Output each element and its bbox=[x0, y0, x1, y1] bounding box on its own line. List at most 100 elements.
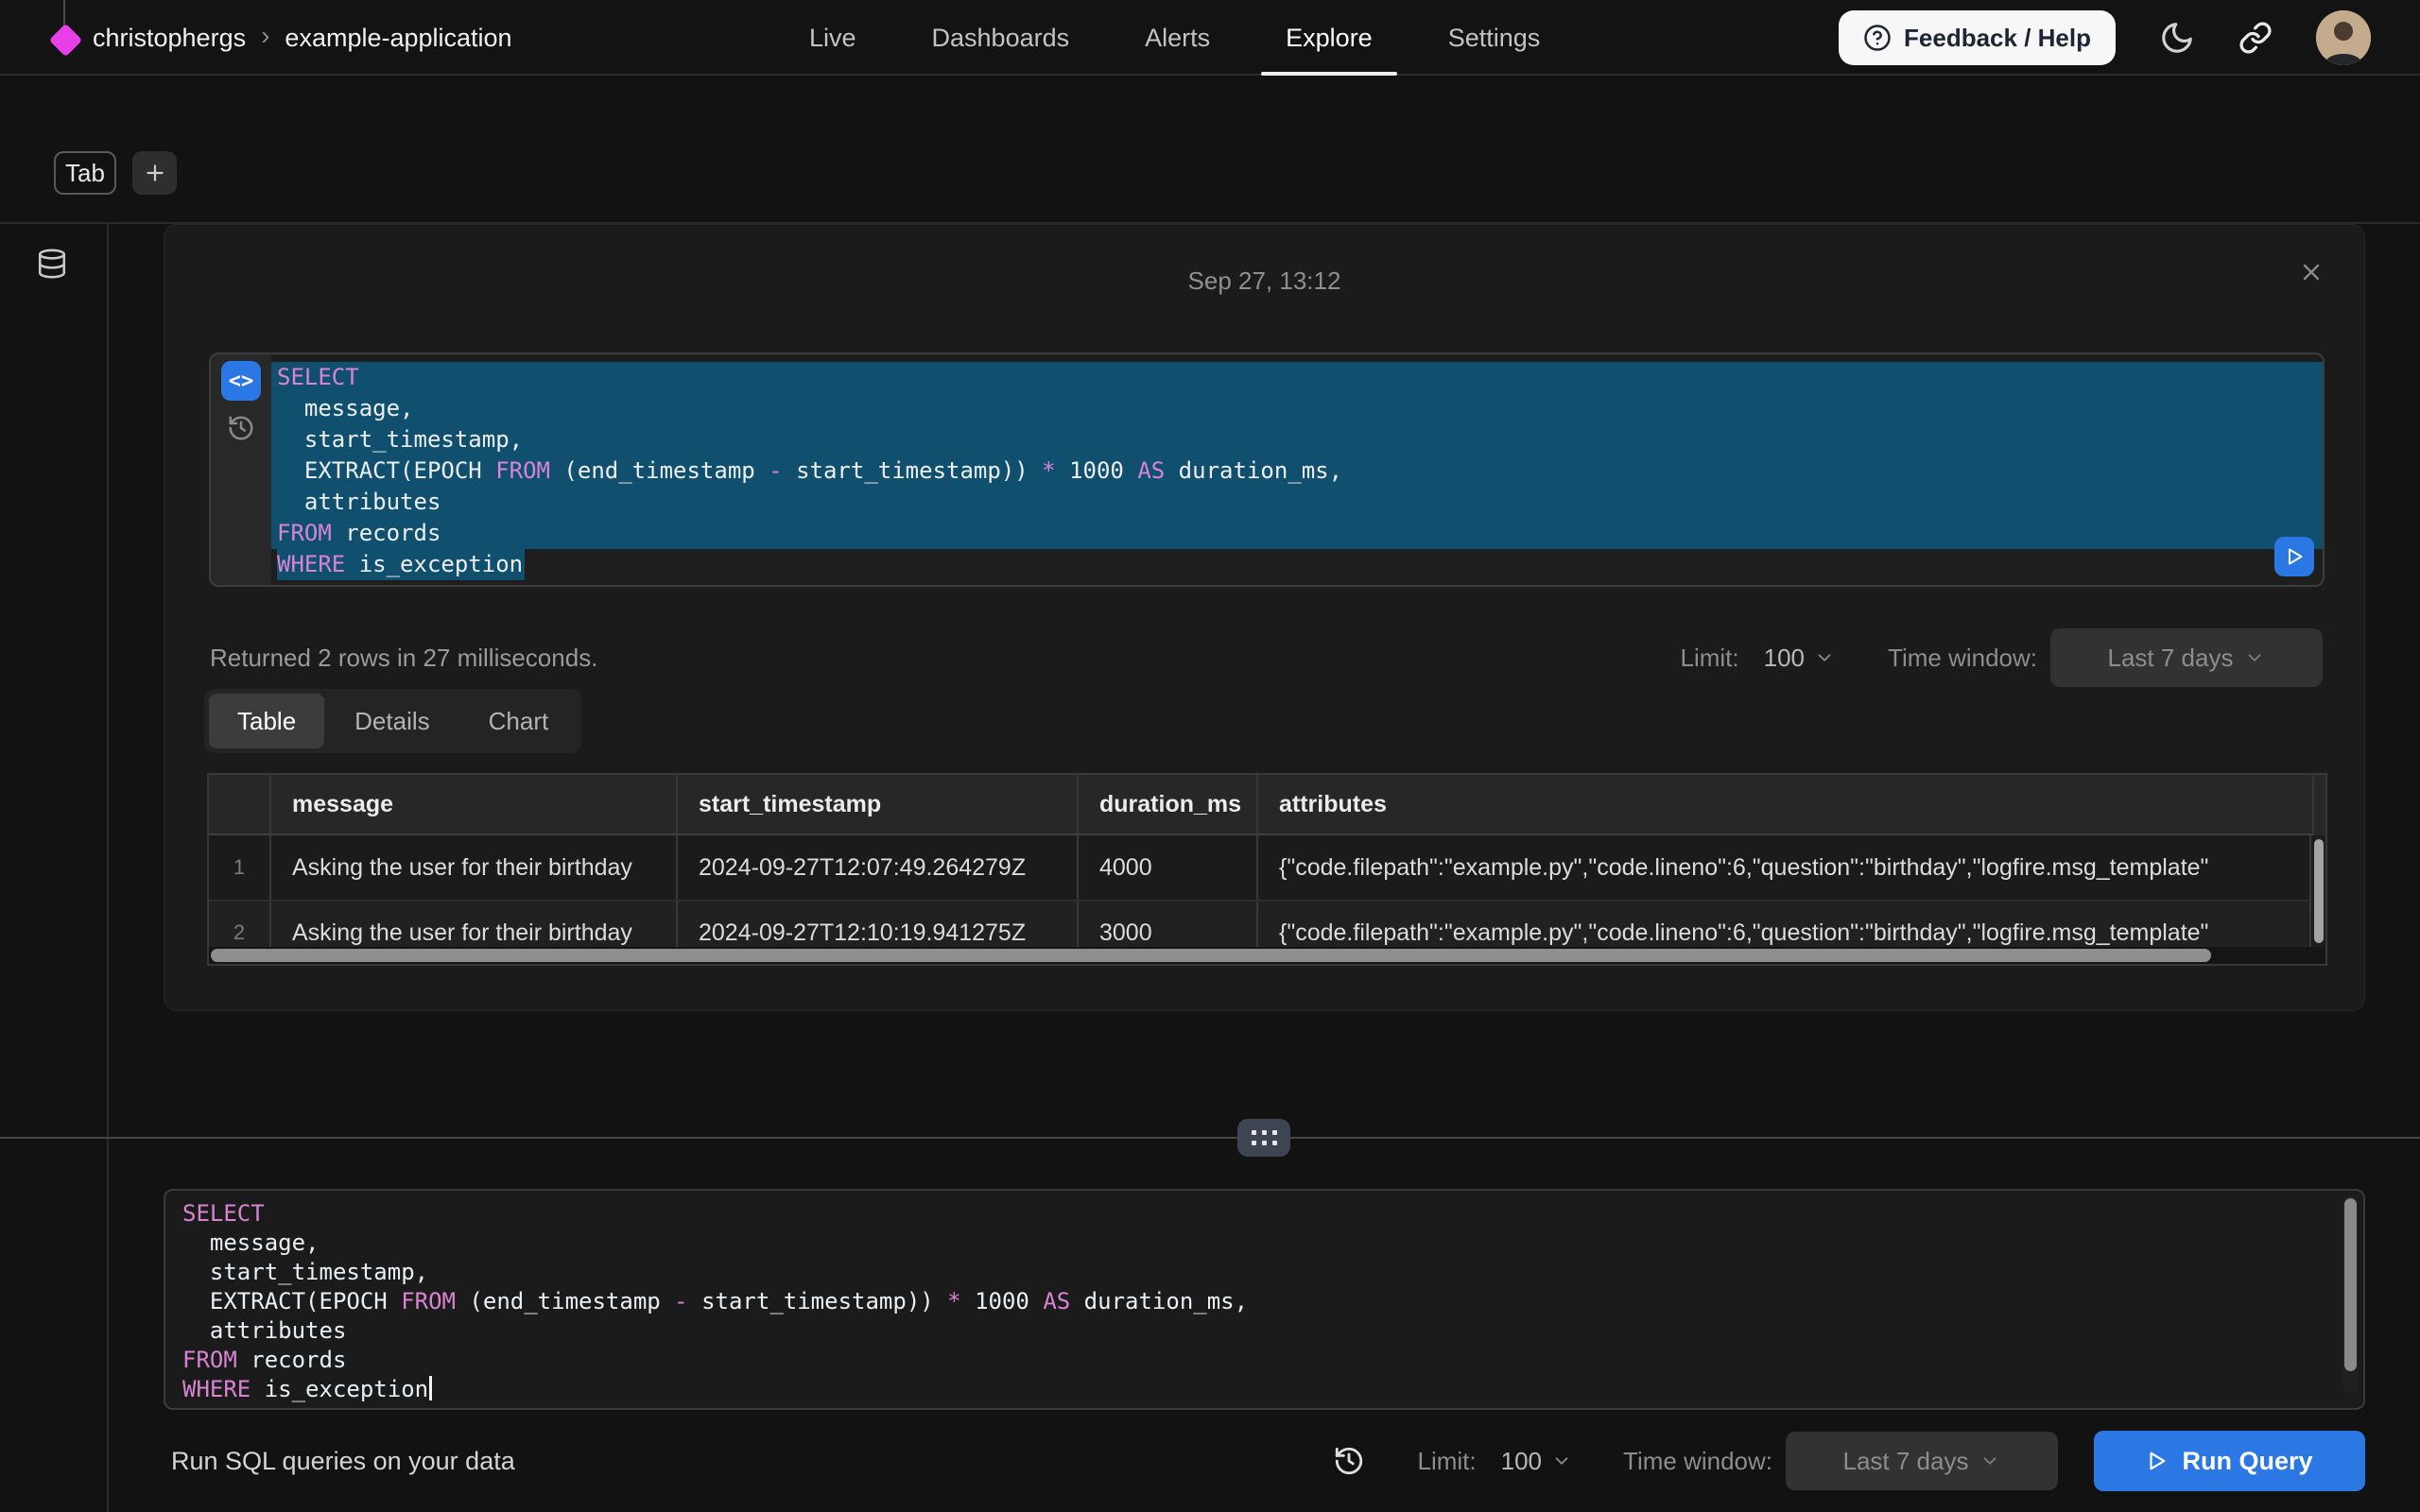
tab-strip: Tab bbox=[0, 151, 2420, 197]
scrollbar-thumb[interactable] bbox=[211, 949, 2211, 962]
limit-dropdown[interactable]: 100 bbox=[1764, 644, 1835, 673]
table-row[interactable]: 1Asking the user for their birthday2024-… bbox=[209, 835, 2325, 900]
sql-line: SELECT bbox=[182, 1199, 2363, 1228]
splitter-drag-handle-icon[interactable] bbox=[1237, 1119, 1290, 1157]
table-horizontal-scrollbar[interactable] bbox=[209, 947, 2325, 964]
run-query-label: Run Query bbox=[2182, 1447, 2312, 1476]
text-caret bbox=[429, 1376, 432, 1400]
view-tab-table[interactable]: Table bbox=[209, 694, 324, 748]
results-table: messagestart_timestampduration_msattribu… bbox=[207, 773, 2327, 966]
user-avatar[interactable] bbox=[2316, 10, 2371, 65]
limit-value: 100 bbox=[1501, 1447, 1542, 1476]
close-icon[interactable] bbox=[2298, 259, 2325, 285]
result-view-tabs: TableDetailsChart bbox=[204, 689, 581, 753]
scrollbar-thumb[interactable] bbox=[2314, 839, 2324, 943]
feedback-help-button[interactable]: Feedback / Help bbox=[1839, 10, 2116, 65]
sql-line: FROM records bbox=[182, 1346, 2363, 1375]
query-history-icon[interactable] bbox=[1333, 1445, 1365, 1477]
chevron-down-icon bbox=[1814, 647, 1835, 668]
sql-line: WHERE is_exception bbox=[182, 1375, 2363, 1404]
results-table-grid: messagestart_timestampduration_msattribu… bbox=[209, 775, 2325, 964]
sql-line: start_timestamp, bbox=[271, 424, 2323, 455]
breadcrumb-org[interactable]: christophergs bbox=[93, 24, 246, 53]
time-window-dropdown[interactable]: Last 7 days bbox=[2050, 628, 2323, 687]
main-nav: Live Dashboards Alerts Explore Settings bbox=[809, 0, 1540, 76]
breadcrumb-project[interactable]: example-application bbox=[285, 24, 511, 53]
pane-splitter[interactable] bbox=[0, 1137, 2420, 1139]
share-link-icon[interactable] bbox=[2238, 21, 2273, 55]
sql-editor-code[interactable]: SELECT message, start_timestamp, EXTRACT… bbox=[182, 1199, 2363, 1404]
table-header-row: messagestart_timestampduration_msattribu… bbox=[209, 775, 2325, 835]
nav-right: Feedback / Help bbox=[1839, 0, 2371, 76]
sql-line: EXTRACT(EPOCH FROM (end_timestamp - star… bbox=[182, 1287, 2363, 1316]
help-icon bbox=[1863, 24, 1892, 52]
result-controls: Limit: 100 Time window: Last 7 days bbox=[1681, 628, 2323, 687]
result-meta-text: Returned 2 rows in 27 milliseconds. bbox=[210, 644, 597, 673]
column-header-duration_ms[interactable]: duration_ms bbox=[1079, 775, 1258, 835]
sql-line: EXTRACT(EPOCH FROM (end_timestamp - star… bbox=[271, 455, 2323, 487]
logo-tail bbox=[63, 0, 65, 26]
chevron-down-icon bbox=[1979, 1451, 2000, 1471]
column-header-message[interactable]: message bbox=[271, 775, 678, 835]
run-query-button[interactable]: Run Query bbox=[2094, 1431, 2365, 1491]
run-bar-hint: Run SQL queries on your data bbox=[171, 1447, 515, 1476]
database-schema-icon[interactable] bbox=[36, 248, 68, 280]
sql-editor[interactable]: SELECT message, start_timestamp, EXTRACT… bbox=[164, 1189, 2365, 1410]
query-result-card: Sep 27, 13:12 <> SELECT message, start_t… bbox=[164, 224, 2365, 1011]
query-timestamp: Sep 27, 13:12 bbox=[164, 266, 2364, 296]
result-meta-row: Returned 2 rows in 27 milliseconds. Limi… bbox=[210, 628, 2323, 687]
sql-line: attributes bbox=[271, 487, 2323, 518]
theme-toggle-moon-icon[interactable] bbox=[2159, 20, 2195, 56]
sql-line: start_timestamp, bbox=[182, 1258, 2363, 1287]
column-header-start_timestamp[interactable]: start_timestamp bbox=[678, 775, 1079, 835]
run-bar: Run SQL queries on your data Limit: 100 … bbox=[0, 1410, 2420, 1512]
history-icon[interactable] bbox=[227, 414, 255, 442]
limit-dropdown[interactable]: 100 bbox=[1501, 1447, 1572, 1476]
nav-item-alerts[interactable]: Alerts bbox=[1145, 0, 1210, 76]
table-cell: {"code.filepath":"example.py","code.line… bbox=[1258, 835, 2314, 900]
sql-line: FROM records bbox=[271, 518, 2323, 549]
top-nav: christophergs › example-application Live… bbox=[0, 0, 2420, 76]
limit-value: 100 bbox=[1764, 644, 1805, 673]
column-header-attributes[interactable]: attributes bbox=[1258, 775, 2314, 835]
view-tab-chart[interactable]: Chart bbox=[460, 694, 578, 748]
view-tab-details[interactable]: Details bbox=[326, 694, 458, 748]
nav-item-live[interactable]: Live bbox=[809, 0, 856, 76]
sql-line: SELECT bbox=[271, 362, 2323, 393]
limit-label: Limit: bbox=[1418, 1447, 1477, 1476]
app: christophergs › example-application Live… bbox=[0, 0, 2420, 1512]
nav-item-dashboards[interactable]: Dashboards bbox=[932, 0, 1070, 76]
table-cell: Asking the user for their birthday bbox=[271, 835, 678, 900]
editor-scrollbar[interactable] bbox=[2342, 1195, 2359, 1393]
time-window-label: Time window: bbox=[1623, 1447, 1772, 1476]
table-vertical-scrollbar[interactable] bbox=[2309, 835, 2325, 947]
run-bar-controls: Limit: 100 Time window: Last 7 days Run … bbox=[1333, 1431, 2365, 1491]
chevron-down-icon bbox=[2244, 647, 2265, 668]
nav-item-explore[interactable]: Explore bbox=[1286, 0, 1373, 76]
scrollbar-thumb[interactable] bbox=[2344, 1198, 2357, 1371]
sql-line: WHERE is_exception bbox=[271, 549, 2323, 580]
add-tab-button[interactable] bbox=[132, 151, 177, 195]
row-number: 1 bbox=[209, 835, 271, 900]
breadcrumb-separator-icon: › bbox=[261, 21, 269, 51]
time-window-dropdown[interactable]: Last 7 days bbox=[1786, 1432, 2058, 1490]
sql-snippet-code[interactable]: SELECT message, start_timestamp, EXTRACT… bbox=[271, 354, 2323, 585]
play-icon bbox=[2146, 1451, 2167, 1471]
limit-label: Limit: bbox=[1681, 644, 1739, 673]
tab-button[interactable]: Tab bbox=[54, 151, 116, 195]
sql-line: message, bbox=[271, 393, 2323, 424]
sql-snippet-gutter: <> bbox=[211, 354, 271, 585]
sidebar-divider bbox=[107, 224, 109, 1512]
feedback-help-label: Feedback / Help bbox=[1904, 24, 2091, 53]
sql-line: attributes bbox=[182, 1316, 2363, 1346]
logfire-logo-icon[interactable] bbox=[49, 24, 82, 57]
chevron-down-icon bbox=[1551, 1451, 1572, 1471]
nav-item-settings[interactable]: Settings bbox=[1448, 0, 1541, 76]
table-corner-cell bbox=[209, 775, 271, 835]
time-window-label: Time window: bbox=[1888, 644, 2037, 673]
run-snippet-play-icon[interactable] bbox=[2274, 537, 2314, 576]
table-cell: 2024-09-27T12:07:49.264279Z bbox=[678, 835, 1079, 900]
code-icon[interactable]: <> bbox=[221, 361, 261, 401]
breadcrumb: christophergs › example-application bbox=[93, 0, 512, 76]
time-window-value: Last 7 days bbox=[2108, 644, 2234, 673]
